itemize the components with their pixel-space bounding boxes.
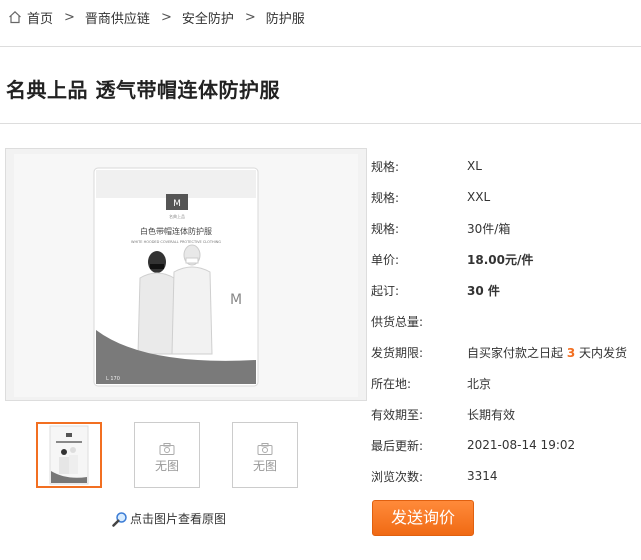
spec-row-min-order: 起订: 30 件 <box>371 280 641 300</box>
spec-value: 3314 <box>467 469 498 483</box>
chevron-right-icon: > <box>160 9 172 25</box>
spec-row-unit-price: 单价: 18.00元/件 <box>371 249 641 269</box>
svg-text:M: M <box>230 292 242 308</box>
spec-row-supply-total: 供货总量: <box>371 311 641 331</box>
product-photo: M 名典上品 白色带帽连体防护服 WHITE HOODED COVERALL P… <box>14 154 358 397</box>
spec-label: 规格: <box>371 221 400 236</box>
spec-label: 规格: <box>371 190 400 205</box>
no-image-label: 无图 <box>154 459 179 473</box>
package-size: L 170 <box>106 376 120 382</box>
thumbnail-photo <box>38 424 100 486</box>
spec-label: 供货总量: <box>371 314 424 329</box>
home-icon <box>9 10 21 24</box>
magnifier-icon <box>112 511 127 527</box>
camera-icon <box>257 443 273 455</box>
spec-row-packing: 规格: 30件/箱 <box>371 218 641 238</box>
main-product-image[interactable]: M 名典上品 白色带帽连体防护服 WHITE HOODED COVERALL P… <box>5 148 367 401</box>
package-english: WHITE HOODED COVERALL PROTECTIVE CLOTHIN… <box>131 240 221 244</box>
package-brand: 名典上品 <box>169 213 185 219</box>
spec-row-valid-until: 有效期至: 长期有效 <box>371 404 641 424</box>
page-title: 名典上品 透气带帽连体防护服 <box>6 78 280 102</box>
spec-row-location: 所在地: 北京 <box>371 373 641 393</box>
delivery-prefix: 自买家付款之日起 <box>467 345 564 360</box>
delivery-days: 3 <box>566 345 576 360</box>
svg-text:M: M <box>173 199 181 209</box>
thumbnail-3[interactable]: 无图 <box>232 422 298 488</box>
spec-row-views: 浏览次数: 3314 <box>371 466 641 486</box>
delivery-suffix: 天内发货 <box>579 345 628 360</box>
camera-icon <box>159 443 175 455</box>
thumbnail-1[interactable] <box>36 422 102 488</box>
breadcrumb-protective-suit[interactable]: 防护服 <box>266 8 305 27</box>
spec-row-last-updated: 最后更新: 2021-08-14 19:02 <box>371 435 641 455</box>
delivery-term: 自买家付款之日起 3 天内发货 <box>467 344 627 361</box>
divider <box>0 46 641 47</box>
spec-label: 浏览次数: <box>371 469 424 484</box>
chevron-right-icon: > <box>244 9 256 25</box>
breadcrumb-supply-chain[interactable]: 晋商供应链 <box>85 8 150 27</box>
spec-label: 发货期限: <box>371 345 424 360</box>
package-name: 白色带帽连体防护服 <box>140 226 212 236</box>
spec-row-size: 规格: XL <box>371 156 641 176</box>
spec-value: XXL <box>467 190 491 204</box>
spec-row-delivery: 发货期限: 自买家付款之日起 3 天内发货 <box>371 342 641 362</box>
spec-value: 长期有效 <box>467 407 516 422</box>
spec-value: 30件/箱 <box>467 221 511 236</box>
spec-label: 最后更新: <box>371 438 424 453</box>
breadcrumb-home[interactable]: 首页 <box>27 8 53 27</box>
divider <box>0 123 641 124</box>
no-image-label: 无图 <box>252 459 277 473</box>
view-original-link[interactable]: 点击图片查看原图 <box>112 510 226 527</box>
spec-value: XL <box>467 159 482 173</box>
spec-label: 所在地: <box>371 376 412 391</box>
spec-label: 单价: <box>371 252 400 267</box>
spec-label: 起订: <box>371 283 400 298</box>
send-inquiry-button[interactable]: 发送询价 <box>372 500 474 536</box>
breadcrumb: 首页 > 晋商供应链 > 安全防护 > 防护服 <box>8 6 305 28</box>
min-order: 30 件 <box>467 283 500 298</box>
spec-row-size: 规格: XXL <box>371 187 641 207</box>
view-original-label: 点击图片查看原图 <box>130 512 227 526</box>
spec-label: 有效期至: <box>371 407 424 422</box>
chevron-right-icon: > <box>64 9 75 25</box>
spec-label: 规格: <box>371 159 400 174</box>
spec-value: 北京 <box>467 376 492 391</box>
breadcrumb-safety[interactable]: 安全防护 <box>182 8 234 27</box>
spec-value: 2021-08-14 19:02 <box>467 438 576 452</box>
thumbnail-2[interactable]: 无图 <box>134 422 200 488</box>
unit-price: 18.00元/件 <box>467 252 534 267</box>
